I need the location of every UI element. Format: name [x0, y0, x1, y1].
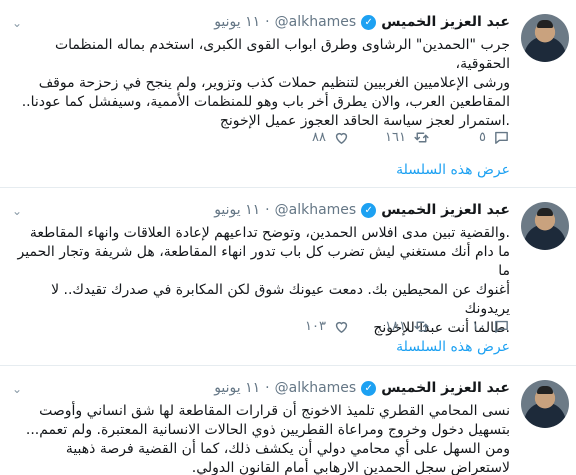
author-handle[interactable]: @alkhames: [275, 380, 357, 396]
author-handle[interactable]: @alkhames: [275, 14, 357, 30]
tweet-content: عبد العزيز الخميس ✓ @alkhames · ١١ يونيو…: [12, 378, 510, 475]
show-thread-link[interactable]: عرض هذه السلسلة: [396, 339, 510, 355]
reply-icon: [495, 320, 508, 333]
retweet-button[interactable]: ١٨١: [350, 318, 430, 335]
separator: ·: [265, 380, 270, 396]
author-name[interactable]: عبد العزيز الخميس: [381, 202, 510, 218]
tweet-header: عبد العزيز الخميس ✓ @alkhames · ١١ يونيو: [12, 200, 510, 220]
verified-badge-icon: ✓: [361, 14, 377, 30]
retweet-icon: [414, 321, 429, 332]
author-name[interactable]: عبد العزيز الخميس: [381, 380, 510, 396]
reply-count: ١٠: [472, 319, 486, 334]
reply-icon: [495, 131, 508, 144]
reply-button[interactable]: ١٠: [430, 318, 510, 335]
like-button[interactable]: ٨٨: [270, 129, 350, 146]
chevron-down-icon[interactable]: ⌄: [12, 204, 22, 218]
verified-badge-icon: ✓: [361, 380, 377, 396]
avatar[interactable]: [521, 380, 569, 428]
like-count: ١٠٣: [305, 319, 326, 334]
like-button[interactable]: ١٠٣: [270, 318, 350, 335]
tweet[interactable]: عبد العزيز الخميس ✓ @alkhames · ١١ يونيو…: [0, 366, 576, 475]
chevron-down-icon[interactable]: ⌄: [12, 16, 22, 30]
separator: ·: [265, 202, 270, 218]
like-count: ٨٨: [312, 130, 326, 145]
retweet-count: ١٨١: [385, 319, 406, 334]
heart-icon: [335, 321, 348, 334]
reply-button[interactable]: ٥: [430, 129, 510, 146]
retweet-button[interactable]: ١٦١: [350, 129, 430, 146]
tweet-actions: ٥ ١٦١ ٨٨: [270, 129, 510, 146]
tweet-feed: عبد العزيز الخميس ✓ @alkhames · ١١ يونيو…: [0, 0, 576, 475]
tweet-date[interactable]: ١١ يونيو: [214, 380, 260, 396]
author-name[interactable]: عبد العزيز الخميس: [381, 14, 510, 30]
avatar[interactable]: [521, 202, 569, 250]
separator: ·: [265, 14, 270, 30]
avatar[interactable]: [521, 14, 569, 62]
tweet-content: عبد العزيز الخميس ✓ @alkhames · ١١ يونيو…: [12, 12, 510, 131]
tweet-date[interactable]: ١١ يونيو: [214, 14, 260, 30]
tweet[interactable]: عبد العزيز الخميس ✓ @alkhames · ١١ يونيو…: [0, 188, 576, 366]
author-handle[interactable]: @alkhames: [275, 202, 357, 218]
tweet-date[interactable]: ١١ يونيو: [214, 202, 260, 218]
tweet-text: جرب "الحمدين" الرشاوى وطرق ابواب القوى ا…: [21, 37, 510, 129]
tweet-header: عبد العزيز الخميس ✓ @alkhames · ١١ يونيو: [12, 12, 510, 32]
verified-badge-icon: ✓: [361, 202, 377, 218]
show-thread-link[interactable]: عرض هذه السلسلة: [396, 162, 510, 178]
heart-icon: [335, 132, 348, 145]
tweet-header: عبد العزيز الخميس ✓ @alkhames · ١١ يونيو: [12, 378, 510, 398]
retweet-icon: [414, 132, 429, 143]
tweet-text: نسى المحامي القطري تلميذ الاخونج أن قرار…: [25, 403, 510, 475]
tweet-actions: ١٠ ١٨١ ١٠٣: [270, 318, 510, 335]
chevron-down-icon[interactable]: ⌄: [12, 382, 22, 396]
retweet-count: ١٦١: [385, 130, 406, 145]
reply-count: ٥: [479, 130, 486, 145]
tweet[interactable]: عبد العزيز الخميس ✓ @alkhames · ١١ يونيو…: [0, 0, 576, 188]
